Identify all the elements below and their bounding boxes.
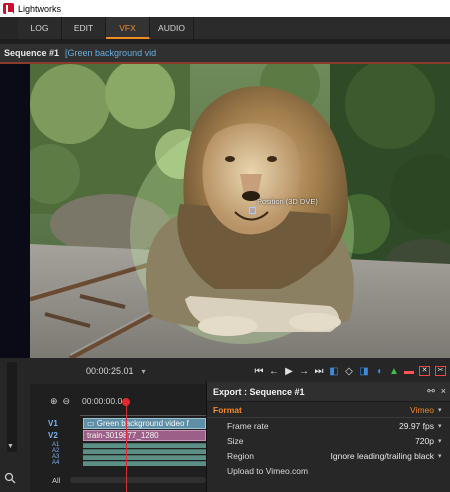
size-label: Size [227, 435, 244, 446]
clip-v1[interactable]: ▭ Green background video f [83, 418, 206, 429]
export-header-icons: ⚯ × [427, 386, 446, 397]
clip-v2-label: train-3019877_1280 [87, 431, 159, 440]
timecode-menu-chevron-down-icon[interactable]: ▾ [142, 367, 146, 376]
region-value[interactable]: Ignore leading/trailing black [331, 451, 434, 461]
cut-icon[interactable]: ✂ [435, 366, 446, 376]
menu-lead-spacer [0, 17, 18, 39]
size-row[interactable]: Size 720p ▾ [207, 433, 450, 448]
upload-label: Upload to Vimeo.com [227, 465, 309, 476]
frame-rate-row[interactable]: Frame rate 29.97 fps ▾ [207, 418, 450, 433]
frame-rate-label: Frame rate [227, 420, 269, 431]
clip-a1[interactable] [83, 443, 206, 448]
export-title: Export : Sequence #1 [213, 386, 305, 397]
viewer-scrollbar[interactable] [7, 362, 17, 452]
video-frame-image [30, 64, 450, 358]
mark-in-icon[interactable]: ◧ [329, 366, 339, 377]
mark-clear-icon[interactable]: ◇ [344, 366, 354, 377]
go-to-end-icon[interactable]: ⏭ [314, 366, 324, 377]
tab-audio[interactable]: AUDIO [150, 17, 194, 39]
format-chevron-down-icon[interactable]: ▾ [438, 406, 446, 414]
track-label-a4[interactable]: A4 [52, 460, 59, 466]
close-icon[interactable]: × [441, 386, 446, 397]
playhead[interactable] [126, 400, 127, 492]
link-icon[interactable]: ⚯ [427, 386, 435, 397]
viewer-timecode[interactable]: 00:00:25.01 [86, 366, 134, 376]
zoom-in-icon[interactable]: ⊕ [50, 396, 58, 407]
export-format-row[interactable]: Format Vimeo ▾ [207, 402, 450, 418]
play-icon[interactable]: ▶ [284, 366, 294, 377]
delete-icon[interactable]: ▬ [404, 366, 414, 377]
region-row[interactable]: Region Ignore leading/trailing black ▾ [207, 448, 450, 463]
timeline-timecode: 00:00:00.0 [82, 396, 123, 406]
track-label-v1[interactable]: V1 [48, 419, 58, 428]
sequence-clip-name[interactable]: [Green background vid [65, 48, 156, 58]
export-header: Export : Sequence #1 ⚯ × [207, 382, 450, 402]
export-panel: Export : Sequence #1 ⚯ × Format Vimeo ▾ … [206, 382, 450, 492]
playhead-handle[interactable] [122, 398, 130, 406]
tab-edit[interactable]: EDIT [62, 17, 106, 39]
track-label-v2[interactable]: V2 [48, 431, 58, 440]
audio-icon[interactable]: ◖ [374, 366, 384, 377]
upload-row[interactable]: Upload to Vimeo.com [207, 463, 450, 478]
clip-v1-label: Green background video f [96, 419, 189, 428]
clip-a4[interactable] [83, 461, 206, 466]
size-value[interactable]: 720p [415, 436, 434, 446]
region-label: Region [227, 450, 254, 461]
sequence-title: Sequence #1 [4, 48, 60, 58]
timeline-scrollbar[interactable] [70, 477, 206, 483]
clip-a2[interactable] [83, 449, 206, 454]
transport-bar: 00:00:25.01 ▾ ⏮ ← ▶ → ⏭ ◧ ◇ ◨ ◖ ▲ ▬ ✕ ✂ [30, 358, 450, 384]
go-to-start-icon[interactable]: ⏮ [254, 366, 264, 377]
viewer-left-margin [0, 64, 30, 358]
search-icon[interactable] [4, 472, 16, 484]
timeline-zoom-controls: ⊕ ⊖ [50, 396, 70, 407]
window-title: Lightworks [18, 3, 62, 14]
step-forward-icon[interactable]: → [299, 366, 309, 377]
video-viewer[interactable] [30, 64, 450, 358]
frame-rate-chevron-down-icon[interactable]: ▾ [438, 422, 446, 430]
zoom-out-icon[interactable]: ⊖ [63, 396, 71, 407]
clip-v2[interactable]: train-3019877_1280 [83, 430, 206, 441]
timeline-ruler[interactable] [80, 408, 206, 416]
remove-icon[interactable]: ✕ [419, 366, 430, 376]
lightworks-logo-icon [3, 3, 14, 14]
format-value[interactable]: Vimeo [410, 405, 434, 415]
tab-log[interactable]: LOG [18, 17, 62, 39]
insert-icon[interactable]: ▲ [389, 366, 399, 377]
clip-a3[interactable] [83, 455, 206, 460]
dve-position-handle[interactable] [249, 207, 256, 214]
frame-rate-value[interactable]: 29.97 fps [399, 421, 434, 431]
tab-vfx[interactable]: VFX [106, 17, 150, 39]
all-tracks-label[interactable]: All [52, 476, 60, 485]
format-label: Format [213, 404, 242, 415]
region-chevron-down-icon[interactable]: ▾ [438, 452, 446, 460]
window-titlebar: Lightworks [0, 0, 450, 17]
step-back-icon[interactable]: ← [269, 366, 279, 377]
mark-out-icon[interactable]: ◨ [359, 366, 369, 377]
sequence-header: Sequence #1 [Green background vid [0, 44, 450, 64]
dve-position-label: Position (3D DVE) [257, 197, 318, 206]
size-chevron-down-icon[interactable]: ▾ [438, 437, 446, 445]
main-tabs: LOG EDIT VFX AUDIO [0, 17, 450, 39]
scroll-down-icon[interactable]: ▼ [7, 443, 14, 450]
film-icon: ▭ [87, 419, 97, 428]
transport-controls: ⏮ ← ▶ → ⏭ ◧ ◇ ◨ ◖ ▲ ▬ ✕ ✂ [254, 366, 446, 377]
